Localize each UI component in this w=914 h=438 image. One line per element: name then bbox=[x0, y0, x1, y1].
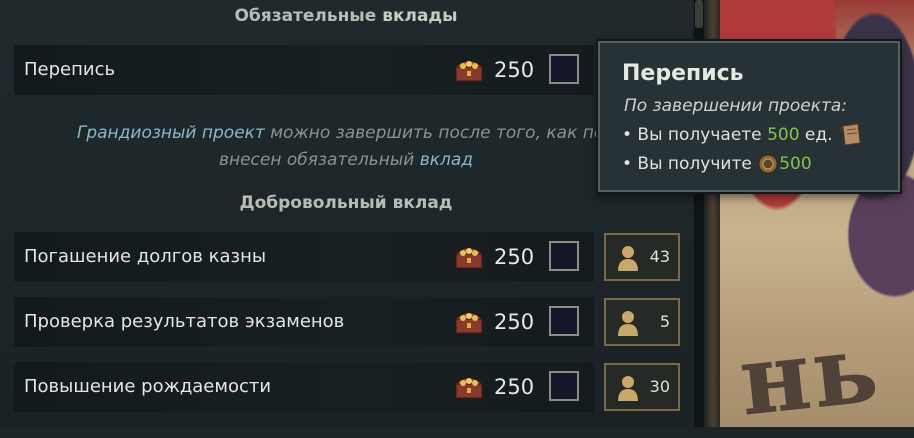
population-count: 30 bbox=[649, 377, 670, 396]
contribution-row-exam-results[interactable]: Проверка результатов экзаменов 250 bbox=[14, 297, 594, 347]
tooltip-reward-line-2: • Вы получите 500 bbox=[622, 154, 812, 174]
tooltip-subtitle: По завершении проекта: bbox=[624, 96, 848, 116]
contribution-checkbox[interactable] bbox=[549, 241, 579, 271]
map-region-label: нь bbox=[734, 310, 885, 438]
great-project-link[interactable]: Грандиозный проект bbox=[77, 123, 265, 143]
contribution-row-census[interactable]: Перепись 250 bbox=[14, 45, 594, 95]
coin-icon bbox=[758, 154, 778, 174]
scrollbar-thumb[interactable] bbox=[695, 0, 703, 28]
tooltip-title: Перепись bbox=[622, 61, 744, 86]
cost-value: 250 bbox=[494, 310, 535, 334]
person-icon bbox=[618, 376, 638, 401]
contribution-label: Повышение рождаемости bbox=[24, 376, 272, 397]
cost-value: 250 bbox=[494, 375, 535, 399]
population-box[interactable]: 43 bbox=[604, 233, 680, 281]
contribution-checkbox[interactable] bbox=[549, 306, 579, 336]
treasure-chest-icon bbox=[454, 247, 484, 269]
scroll-icon bbox=[840, 123, 861, 146]
cost-value: 250 bbox=[494, 58, 535, 82]
person-icon bbox=[618, 311, 638, 336]
cost-value: 250 bbox=[494, 245, 535, 269]
mandatory-section-header: Обязательные вклады bbox=[234, 6, 458, 26]
treasure-chest-icon bbox=[454, 60, 484, 82]
contribution-row-treasury-debts[interactable]: Погашение долгов казны 250 bbox=[14, 232, 594, 282]
contribution-checkbox[interactable] bbox=[549, 371, 579, 401]
treasure-chest-icon bbox=[454, 377, 484, 399]
population-count: 5 bbox=[659, 312, 670, 331]
contribution-label: Погашение долгов казны bbox=[24, 246, 267, 267]
great-project-panel: Обязательные вклады Перепись 250 Грандио… bbox=[0, 0, 692, 427]
contribution-link[interactable]: вклад bbox=[420, 150, 473, 170]
contribution-row-birth-rate[interactable]: Повышение рождаемости 250 bbox=[14, 362, 594, 412]
treasure-chest-icon bbox=[454, 312, 484, 334]
tooltip-reward-line-1: • Вы получаете 500 ед. bbox=[622, 123, 864, 147]
voluntary-section-header: Добровольный вклад bbox=[239, 193, 453, 213]
census-tooltip: Перепись По завершении проекта: • Вы пол… bbox=[598, 41, 900, 192]
population-box[interactable]: 5 bbox=[604, 298, 680, 346]
contribution-checkbox[interactable] bbox=[549, 54, 579, 84]
population-count: 43 bbox=[649, 247, 670, 266]
population-box[interactable]: 30 bbox=[604, 363, 680, 411]
contribution-label: Перепись bbox=[24, 59, 116, 80]
contribution-label: Проверка результатов экзаменов bbox=[24, 311, 345, 332]
project-info-text: Грандиозный проект можно завершить после… bbox=[76, 123, 616, 170]
person-icon bbox=[618, 246, 638, 271]
